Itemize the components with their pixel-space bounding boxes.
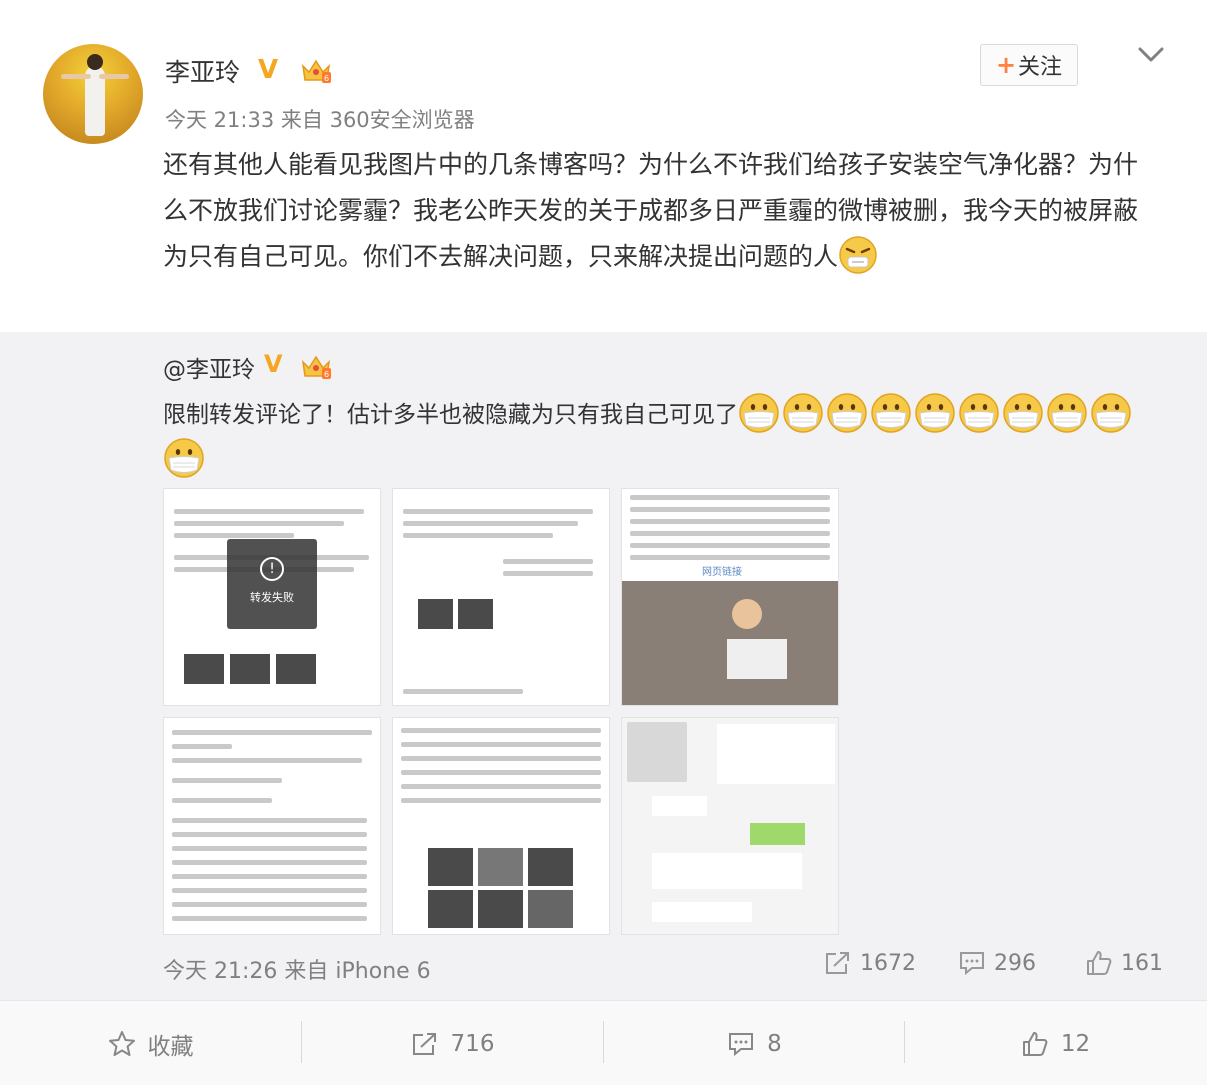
retweet-text: 限制转发评论了！估计多半也被隐藏为只有我自己可见了 bbox=[163, 392, 1173, 482]
retweet-repost-count[interactable]: 1672 bbox=[824, 950, 916, 976]
post-body: 还有其他人能看见我图片中的几条博客吗？为什么不许我们给孩子安装空气净化器？为什么… bbox=[163, 150, 1139, 271]
post-time[interactable]: 今天 21:33 bbox=[165, 108, 274, 132]
weibo-card: 李亚玲 V 6 今天 21:33 来自 360安全浏览器 + 关注 还有其他人能… bbox=[0, 0, 1207, 1085]
follow-label: 关注 bbox=[1018, 55, 1063, 80]
retweet-comment-count[interactable]: 296 bbox=[958, 950, 1036, 976]
favorite-button[interactable]: 收藏 bbox=[0, 1001, 301, 1085]
retweet-time[interactable]: 今天 21:26 bbox=[163, 959, 277, 984]
retweet-meta: 今天 21:26 来自 iPhone 6 bbox=[163, 953, 431, 985]
repost-action-count: 716 bbox=[450, 1030, 495, 1057]
mask-emoji-icon bbox=[1003, 393, 1043, 433]
mask-emoji-icon bbox=[915, 393, 955, 433]
comment-icon bbox=[729, 1032, 754, 1056]
image-thumbnail[interactable] bbox=[621, 717, 839, 935]
repost-icon bbox=[826, 952, 849, 974]
image-thumbnail[interactable]: ! 转发失败 bbox=[163, 488, 381, 706]
action-bar: 收藏 716 8 12 bbox=[0, 1000, 1207, 1085]
alert-icon: ! bbox=[260, 557, 284, 581]
mask-emoji-icon bbox=[959, 393, 999, 433]
verified-badge-icon[interactable]: V bbox=[264, 350, 283, 378]
like-count: 161 bbox=[1121, 950, 1163, 976]
thumbs-up-icon bbox=[1087, 951, 1112, 975]
svg-text:6: 6 bbox=[324, 370, 329, 379]
repost-button[interactable]: 716 bbox=[302, 1001, 603, 1085]
chevron-down-icon[interactable] bbox=[1136, 40, 1166, 70]
image-thumbnail[interactable] bbox=[392, 488, 610, 706]
like-button[interactable]: 12 bbox=[905, 1001, 1206, 1085]
mask-emoji-icon bbox=[1047, 393, 1087, 433]
thumbs-up-icon bbox=[1022, 1031, 1048, 1056]
author-name[interactable]: 李亚玲 bbox=[165, 53, 240, 89]
follow-button[interactable]: + 关注 bbox=[980, 44, 1078, 86]
retweet-author-mention[interactable]: @李亚玲 bbox=[163, 350, 255, 384]
web-link[interactable]: 网页链接 bbox=[702, 563, 742, 578]
image-thumbnail[interactable] bbox=[392, 717, 610, 935]
repost-icon bbox=[412, 1032, 436, 1055]
comment-icon bbox=[960, 952, 984, 976]
avatar-head bbox=[87, 54, 103, 70]
mask-emoji-icon bbox=[164, 438, 204, 478]
mask-emoji-icon bbox=[739, 393, 779, 433]
comment-action-count: 8 bbox=[767, 1030, 782, 1057]
star-icon bbox=[108, 1030, 135, 1056]
favorite-label: 收藏 bbox=[147, 1033, 194, 1060]
retweet-source[interactable]: iPhone 6 bbox=[335, 959, 430, 984]
image-thumbnail[interactable] bbox=[163, 717, 381, 935]
plus-icon: + bbox=[995, 51, 1017, 79]
source-prefix: 来自 bbox=[280, 108, 323, 132]
angry-emoji-icon bbox=[839, 236, 877, 274]
mask-emoji-icon bbox=[783, 393, 823, 433]
source-prefix: 来自 bbox=[284, 959, 329, 984]
repost-failed-toast: ! 转发失败 bbox=[227, 539, 317, 629]
retweet-block: @李亚玲 V 6 限制转发评论了！估计多半也被隐藏为只有我自己可见了 ! 转发失… bbox=[0, 332, 1207, 1000]
comment-count: 296 bbox=[994, 950, 1036, 976]
post-text: 还有其他人能看见我图片中的几条博客吗？为什么不许我们给孩子安装空气净化器？为什么… bbox=[163, 142, 1153, 280]
avatar-arm-left bbox=[61, 74, 91, 79]
retweet-body: 限制转发评论了！估计多半也被隐藏为只有我自己可见了 bbox=[163, 402, 738, 428]
repost-count: 1672 bbox=[860, 950, 916, 976]
mask-emoji-icon bbox=[1091, 393, 1131, 433]
vip-crown-icon[interactable]: 6 bbox=[300, 56, 332, 84]
vip-crown-icon[interactable]: 6 bbox=[300, 352, 332, 380]
mask-emoji-icon bbox=[827, 393, 867, 433]
comment-button[interactable]: 8 bbox=[604, 1001, 905, 1085]
image-thumbnail[interactable]: 网页链接 bbox=[621, 488, 839, 706]
retweet-like-count[interactable]: 161 bbox=[1085, 950, 1163, 976]
repost-failed-text: 转发失败 bbox=[250, 591, 294, 604]
post-source[interactable]: 360安全浏览器 bbox=[330, 108, 475, 132]
avatar[interactable] bbox=[43, 44, 143, 144]
avatar-arm-right bbox=[99, 74, 129, 79]
svg-text:6: 6 bbox=[324, 74, 329, 83]
post-meta: 今天 21:33 来自 360安全浏览器 bbox=[165, 104, 475, 134]
mask-emoji-icon bbox=[871, 393, 911, 433]
verified-badge-icon[interactable]: V bbox=[258, 55, 278, 85]
like-action-count: 12 bbox=[1060, 1030, 1091, 1057]
